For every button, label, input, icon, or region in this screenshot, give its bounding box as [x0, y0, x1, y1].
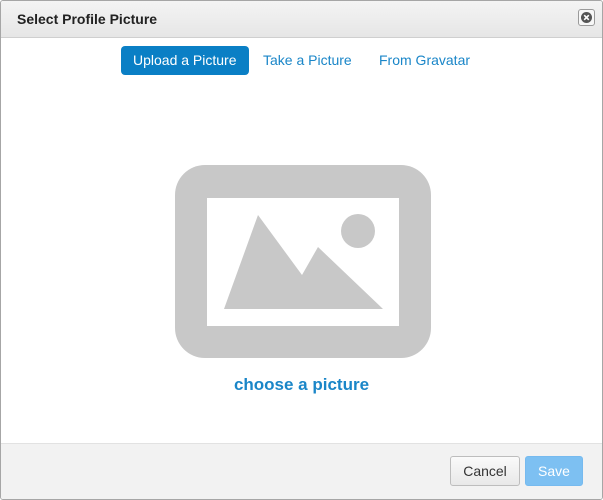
cancel-button[interactable]: Cancel [450, 456, 520, 486]
save-button[interactable]: Save [525, 456, 583, 486]
dialog-titlebar: Select Profile Picture [1, 1, 602, 38]
close-button[interactable] [578, 9, 595, 26]
tab-upload-a-picture[interactable]: Upload a Picture [121, 46, 249, 75]
choose-picture-link[interactable]: choose a picture [1, 375, 602, 395]
dialog-title: Select Profile Picture [17, 11, 158, 27]
upload-drop-area[interactable] [175, 165, 431, 358]
image-placeholder-icon [175, 165, 431, 358]
tab-from-gravatar[interactable]: From Gravatar [379, 46, 470, 75]
select-profile-picture-dialog: Select Profile Picture Upload a Picture … [0, 0, 603, 500]
picture-source-tabs: Upload a Picture Take a Picture From Gra… [1, 46, 602, 76]
dialog-footer: Cancel Save [1, 443, 602, 499]
tab-take-a-picture[interactable]: Take a Picture [263, 46, 352, 75]
close-icon [581, 12, 592, 23]
